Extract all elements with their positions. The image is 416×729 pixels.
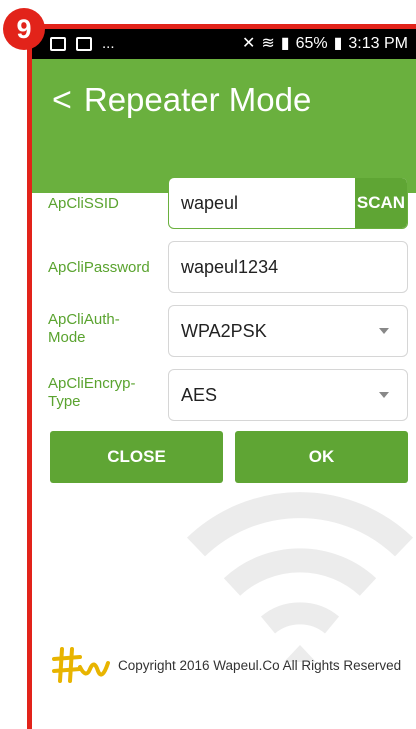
wapeul-logo [52,647,110,683]
auth-mode-value: WPA2PSK [181,321,267,341]
app-header: < Repeater Mode [32,59,416,193]
password-input[interactable]: wapeul1234 [168,241,408,293]
copyright-text: Copyright 2016 Wapeul.Co All Rights Rese… [118,657,402,673]
signal-icon: ▮ [280,35,290,52]
auth-mode-select[interactable]: WPA2PSK [168,305,408,357]
ssid-label: ApCliSSID [48,195,119,212]
gallery-notification-icon [76,37,92,51]
password-row: ApCliPassword wapeul1234 [32,241,416,293]
battery-icon: ▮ [333,35,343,52]
encryp-type-label-line1: ApCliEncryp- [48,375,136,392]
footer: Copyright 2016 Wapeul.Co All Rights Rese… [50,641,408,689]
dropdown-caret-icon [379,392,389,398]
status-bar: ... ✕ ≋ ▮ 65% ▮ 3:13 PM [32,29,416,59]
ssid-value: wapeul [181,193,239,213]
auth-mode-label: ApCliAuth- Mode [48,311,120,347]
mute-icon: ✕ [241,35,256,52]
auth-mode-label-line1: ApCliAuth- [48,311,120,328]
ssid-input[interactable]: wapeul SCAN [168,177,408,229]
encryp-type-row: ApCliEncryp- Type AES [32,369,416,421]
encryp-type-select[interactable]: AES [168,369,408,421]
scan-button[interactable]: SCAN [355,178,407,228]
page-title: Repeater Mode [83,81,312,118]
password-label: ApCliPassword [48,259,150,276]
more-notifications: ... [102,35,115,52]
password-value: wapeul1234 [181,257,279,277]
battery-percent: 65% [295,35,328,52]
step-number-badge: 9 [3,8,45,50]
auth-mode-row: ApCliAuth- Mode WPA2PSK [32,305,416,357]
auth-mode-label-line2: Mode [48,329,86,346]
image-notification-icon [50,37,66,51]
encryp-type-value: AES [181,385,218,405]
wifi-status-icon: ≋ [261,35,275,52]
encryp-type-label-line2: Type [48,393,81,410]
back-arrow-icon[interactable]: < [52,83,72,117]
phone-screen: ... ✕ ≋ ▮ 65% ▮ 3:13 PM < Repeater Mode … [32,29,416,729]
encryp-type-label: ApCliEncryp- Type [48,375,136,411]
close-button[interactable]: CLOSE [50,431,223,483]
clock: 3:13 PM [348,35,408,52]
ssid-row: ApCliSSID wapeul SCAN [32,177,416,229]
dropdown-caret-icon [379,328,389,334]
ok-button[interactable]: OK [235,431,408,483]
